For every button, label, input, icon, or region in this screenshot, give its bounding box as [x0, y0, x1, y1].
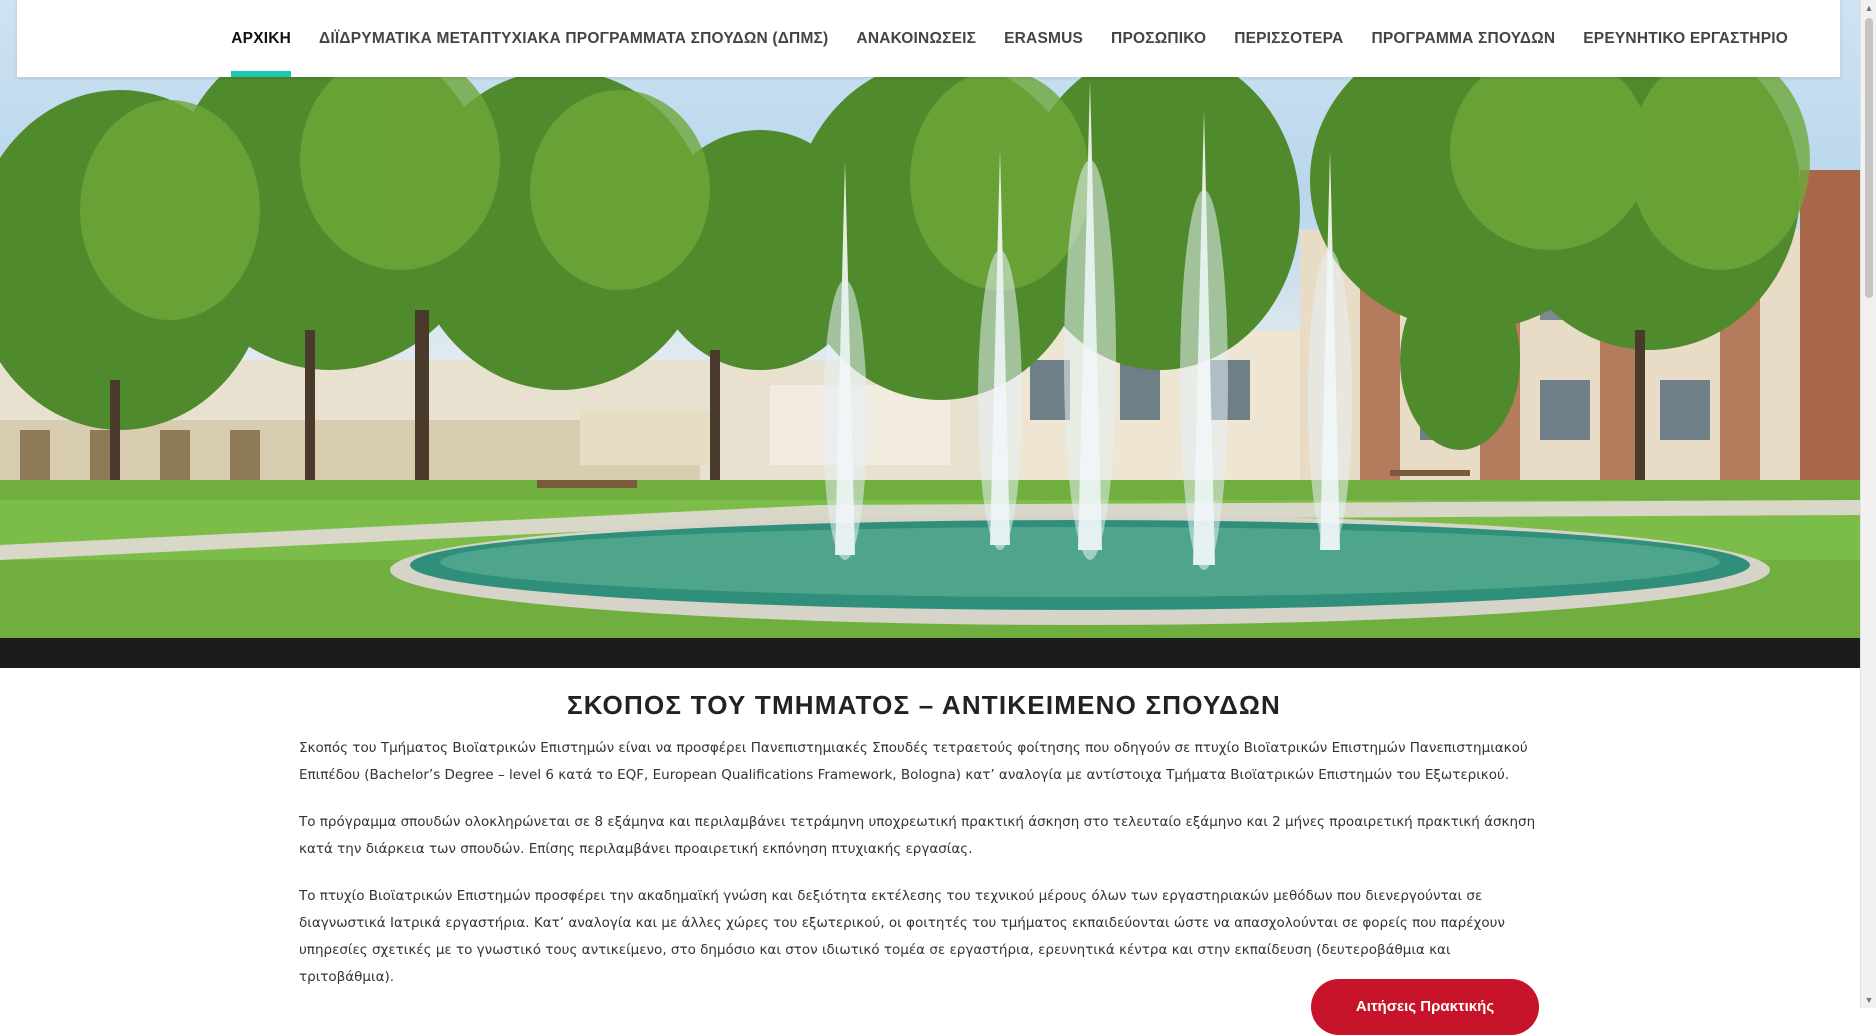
- scroll-thumb[interactable]: [1865, 18, 1873, 298]
- nav-item-curriculum[interactable]: ΠΡΟΓΡΑΜΜΑ ΣΠΟΥΔΩΝ: [1357, 0, 1569, 77]
- nav-item-home[interactable]: ΑΡΧΙΚΗ: [217, 0, 305, 77]
- nav-item-erasmus[interactable]: ERASMUS: [990, 0, 1097, 77]
- internship-applications-button[interactable]: Αιτήσεις Πρακτικής: [1311, 979, 1539, 1035]
- paragraph-degree: Το πτυχίο Βιοϊατρικών Επιστημών προσφέρε…: [299, 888, 1505, 985]
- paragraph-purpose: Σκοπός του Τμήματος Βιοϊατρικών Επιστημώ…: [299, 740, 1528, 783]
- nav-item-more[interactable]: ΠΕΡΙΣΣΟΤΕΡΑ: [1220, 0, 1357, 77]
- scroll-up-arrow-icon[interactable]: ▲: [1861, 0, 1876, 16]
- page-scrollbar[interactable]: ▲ ▼: [1860, 0, 1876, 1008]
- page-title: ΣΚΟΠΟΣ ΤΟΥ ΤΜΗΜΑΤΟΣ – ΑΝΤΙΚΕΙΜΕΝΟ ΣΠΟΥΔΩ…: [566, 690, 1282, 720]
- campus-fountain-photo: [0, 30, 1860, 638]
- nav-item-research-lab[interactable]: ΕΡΕΥΝΗΤΙΚΟ ΕΡΓΑΣΤΗΡΙΟ: [1569, 0, 1802, 77]
- nav-item-announcements[interactable]: ΑΝΑΚΟΙΝΩΣΕΙΣ: [842, 0, 990, 77]
- main-content: ΣΚΟΠΟΣ ΤΟΥ ΤΜΗΜΑΤΟΣ – ΑΝΤΙΚΕΙΜΕΝΟ ΣΠΟΥΔΩ…: [299, 690, 1549, 1011]
- nav-item-dpms[interactable]: ΔΙΪΔΡΥΜΑΤΙΚΑ ΜΕΤΑΠΤΥΧΙΑΚΑ ΠΡΟΓΡΑΜΜΑΤΑ ΣΠ…: [305, 0, 842, 77]
- paragraph-program: Το πρόγραμμα σπουδών ολοκληρώνεται σε 8 …: [299, 814, 1536, 857]
- hero-image: [0, 0, 1860, 638]
- hero-bottom-strip: [0, 638, 1860, 668]
- scroll-down-arrow-icon[interactable]: ▼: [1861, 992, 1876, 1008]
- nav-item-staff[interactable]: ΠΡΟΣΩΠΙΚΟ: [1097, 0, 1220, 77]
- site-header: ΑΡΧΙΚΗ ΔΙΪΔΡΥΜΑΤΙΚΑ ΜΕΤΑΠΤΥΧΙΑΚΑ ΠΡΟΓΡΑΜ…: [17, 0, 1840, 77]
- main-nav: ΑΡΧΙΚΗ ΔΙΪΔΡΥΜΑΤΙΚΑ ΜΕΤΑΠΤΥΧΙΑΚΑ ΠΡΟΓΡΑΜ…: [217, 0, 1802, 77]
